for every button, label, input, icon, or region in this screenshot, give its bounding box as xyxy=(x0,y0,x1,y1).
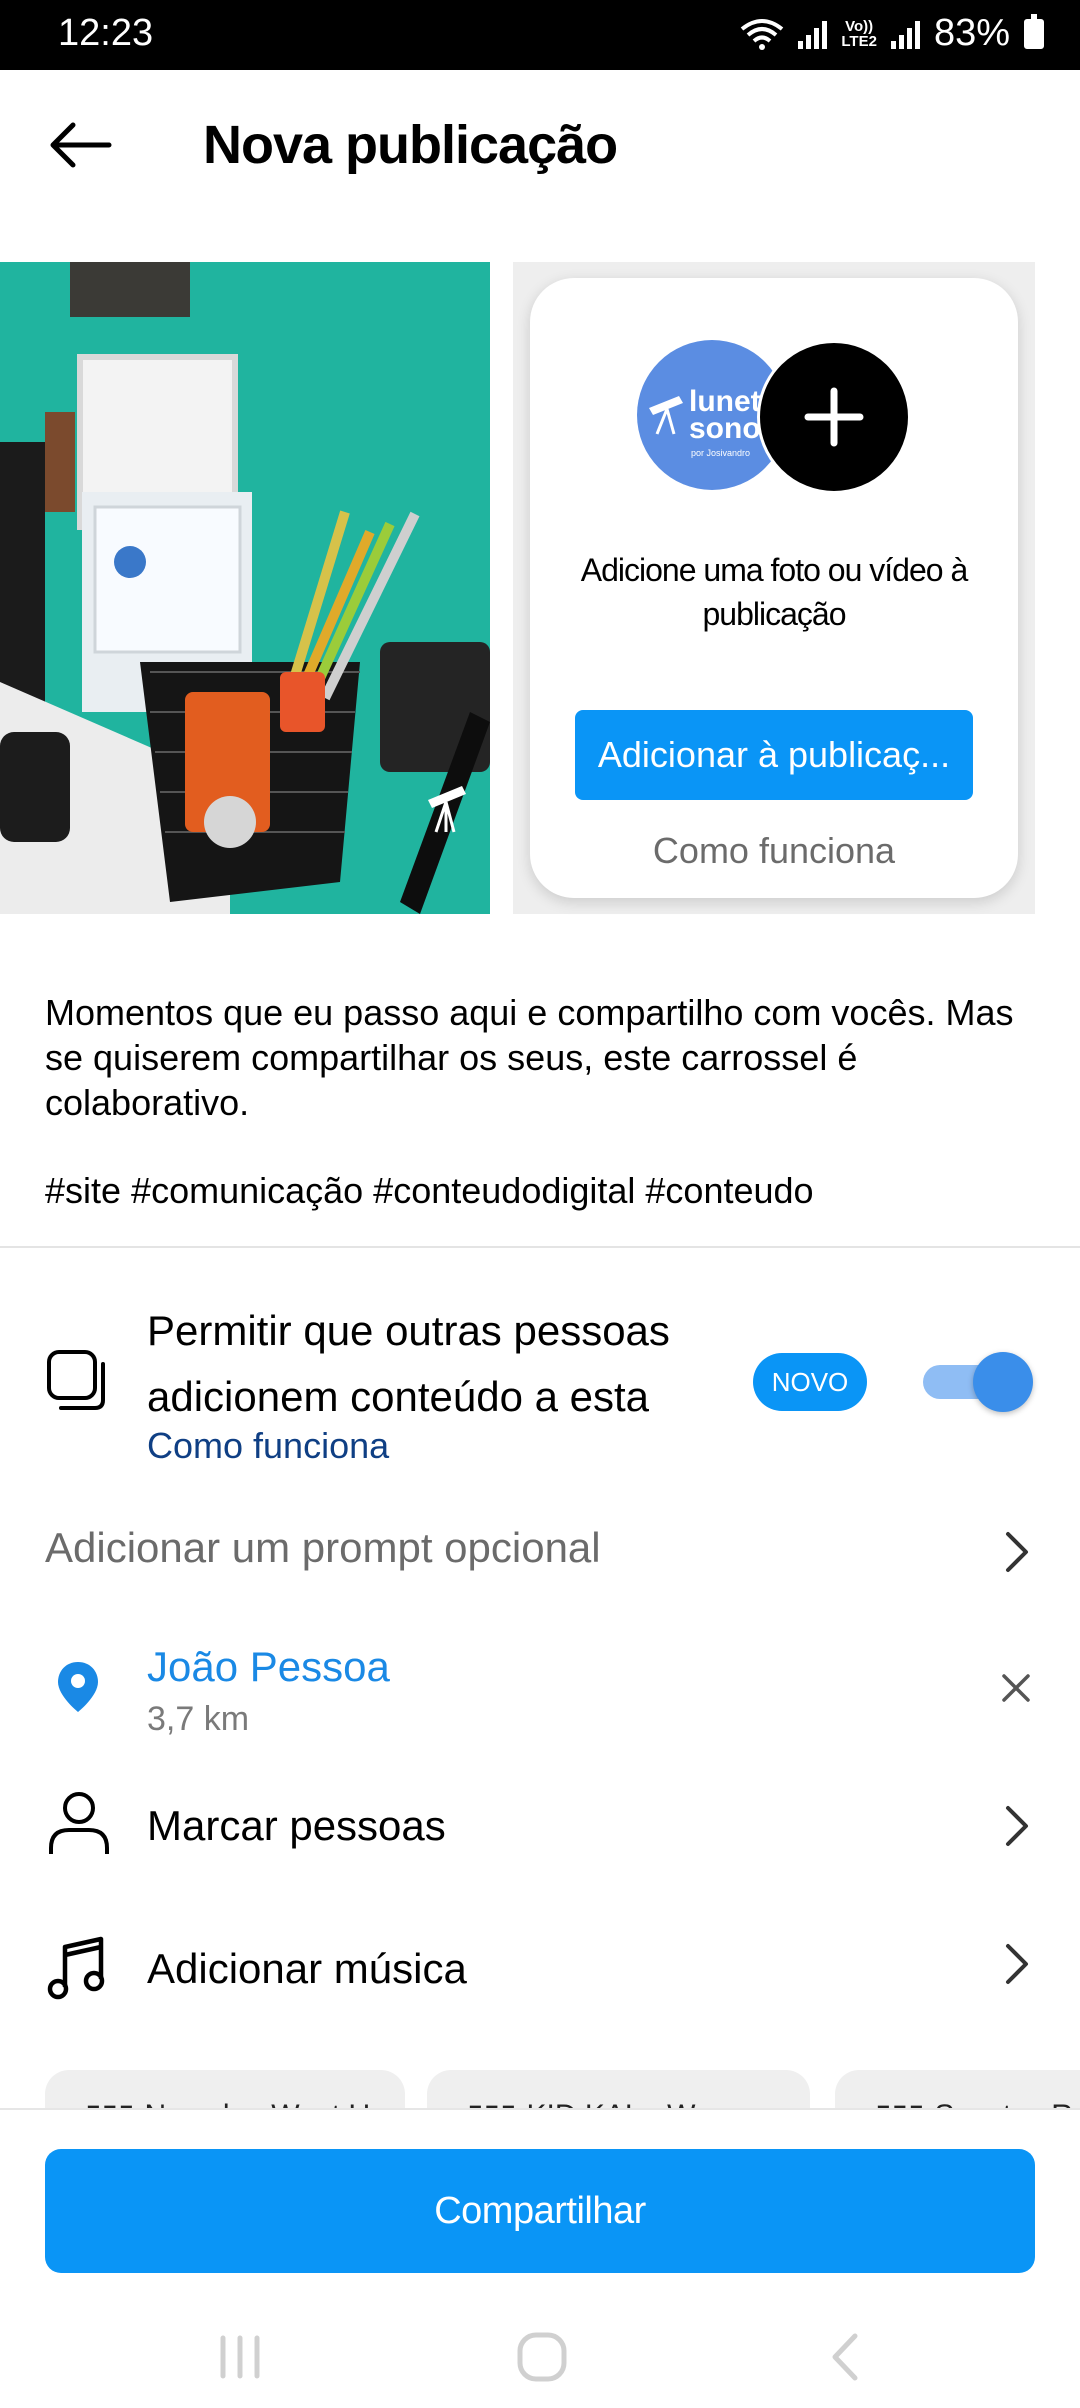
volte-indicator: Vo)) LTE2 xyxy=(841,17,877,50)
caption-hashtags[interactable]: #site #comunicação #conteudodigital #con… xyxy=(45,1170,814,1212)
chevron-right-icon xyxy=(1006,1944,1028,1984)
photo-illustration xyxy=(0,262,490,914)
add-to-post-button[interactable]: Adicionar à publicaç... xyxy=(575,710,973,800)
new-badge: NOVO xyxy=(753,1353,867,1411)
collab-toggle[interactable] xyxy=(923,1352,1033,1412)
status-time: 12:23 xyxy=(58,12,154,54)
tag-people-label: Marcar pessoas xyxy=(147,1802,446,1849)
optional-prompt-label: Adicionar um prompt opcional xyxy=(45,1524,601,1571)
system-nav-bar xyxy=(0,2300,1080,2408)
location-distance: 3,7 km xyxy=(147,1700,250,1738)
remove-location-close-icon[interactable] xyxy=(1000,1672,1032,1704)
collab-how-it-works-link[interactable]: Como funciona xyxy=(147,1425,389,1467)
music-note-icon xyxy=(47,1936,105,2000)
chevron-right-icon xyxy=(1006,1806,1028,1846)
wifi-icon xyxy=(741,18,784,50)
add-media-plus-button[interactable] xyxy=(757,340,911,494)
location-pin-icon xyxy=(58,1662,98,1712)
arrow-left-icon xyxy=(50,122,112,168)
caption-text[interactable]: Momentos que eu passo aqui e compartilho… xyxy=(45,990,1035,1125)
selected-photo[interactable] xyxy=(0,262,490,914)
add-music-row[interactable]: Adicionar música xyxy=(0,1910,1080,2020)
logo-text-2: sono xyxy=(689,412,761,445)
add-media-message: Adicione uma foto ou vídeo à publicação xyxy=(580,552,969,632)
home-icon[interactable] xyxy=(515,2330,569,2384)
location-name[interactable]: João Pessoa xyxy=(147,1643,390,1691)
status-icons: Vo)) LTE2 83% xyxy=(740,12,1044,55)
collab-permission-label: Permitir que outras pessoas adicionem co… xyxy=(147,1307,670,1420)
bottom-divider xyxy=(0,2108,1080,2110)
share-button[interactable]: Compartilhar xyxy=(45,2149,1035,2273)
toggle-knob xyxy=(973,1352,1033,1412)
battery-icon xyxy=(1024,13,1044,49)
tag-people-row[interactable]: Marcar pessoas xyxy=(0,1770,1080,1880)
signal-1-icon xyxy=(798,19,828,49)
divider xyxy=(0,1246,1080,1248)
recent-apps-icon[interactable] xyxy=(215,2332,265,2382)
music-chip[interactable]: ▮▮▮Nossdy · Want U xyxy=(45,2070,405,2110)
music-chip[interactable]: ▮▮▮Sanctus R xyxy=(835,2070,1080,2110)
telescope-watermark-icon xyxy=(428,786,466,833)
music-suggestions: ▮▮▮Nossdy · Want U ▮▮▮KID KAL · Warzone … xyxy=(0,2070,1080,2110)
page-title: Nova publicação xyxy=(203,115,618,175)
add-media-card: lunet sono por Josivandro Adicione uma f… xyxy=(530,278,1018,898)
chevron-right-icon xyxy=(1006,1532,1028,1572)
music-chip[interactable]: ▮▮▮KID KAL · Warzone xyxy=(427,2070,810,2110)
logo-text-3: por Josivandro xyxy=(691,448,751,458)
back-nav-icon[interactable] xyxy=(825,2330,865,2384)
telescope-icon xyxy=(649,396,683,435)
status-bar: 12:23 Vo)) LTE2 83% xyxy=(0,0,1080,70)
carousel-collab-icon xyxy=(47,1350,105,1410)
plus-icon xyxy=(804,387,864,447)
add-media-panel: lunet sono por Josivandro Adicione uma f… xyxy=(513,262,1035,914)
back-button[interactable] xyxy=(40,115,120,175)
battery-percent: 83% xyxy=(933,12,1010,54)
signal-2-icon xyxy=(890,19,920,49)
optional-prompt-row[interactable]: Adicionar um prompt opcional xyxy=(0,1500,1080,1600)
header: Nova publicação xyxy=(0,70,1080,225)
how-it-works-link[interactable]: Como funciona xyxy=(530,830,1018,872)
add-music-label: Adicionar música xyxy=(147,1945,467,1992)
person-icon xyxy=(49,1792,109,1854)
